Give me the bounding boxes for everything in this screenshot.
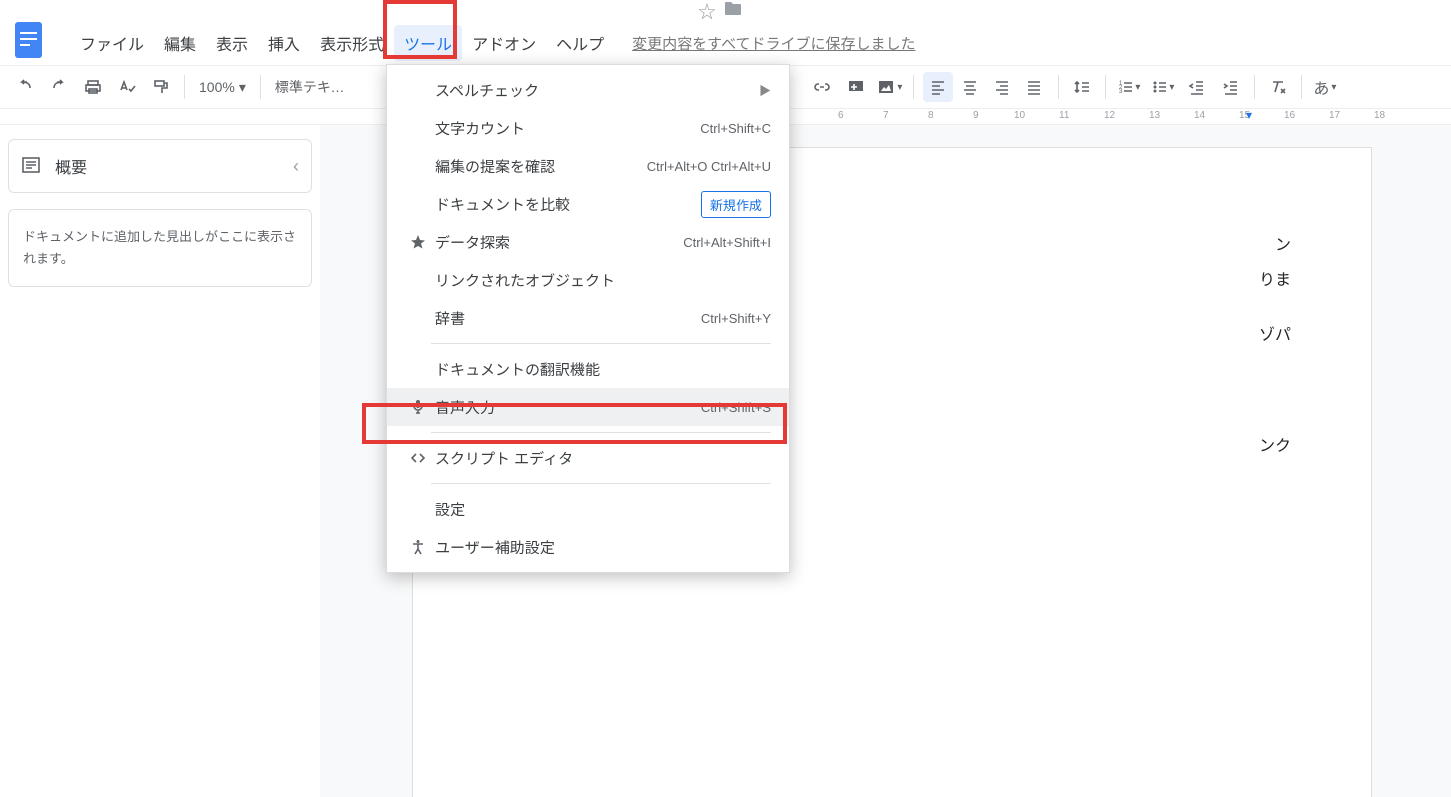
menu-word-count[interactable]: 文字カウントCtrl+Shift+C [387,109,789,147]
docs-logo[interactable] [8,20,48,60]
outline-sidebar: 概要 ‹ ドキュメントに追加した見出しがここに表示されます。 [0,125,320,797]
menu-file[interactable]: ファイル [70,25,154,61]
clear-formatting-button[interactable] [1263,72,1293,102]
align-left-button[interactable] [923,72,953,102]
collapse-sidebar-button[interactable]: ‹ [293,156,299,177]
submenu-arrow-icon: ▶ [759,82,771,99]
menu-tools[interactable]: ツール [394,25,462,61]
chevron-down-icon: ▾ [1331,82,1336,93]
undo-button[interactable] [10,72,40,102]
outline-label: 概要 [55,154,87,178]
chevron-down-icon: ▾ [239,79,246,96]
paint-format-button[interactable] [146,72,176,102]
menu-addons[interactable]: アドオン [462,25,546,61]
microphone-icon [405,399,431,415]
menu-translate-document[interactable]: ドキュメントの翻訳機能 [387,350,789,388]
chevron-down-icon: ▾ [1169,82,1174,93]
zoom-select[interactable]: 100%▾ [193,79,252,96]
redo-button[interactable] [44,72,74,102]
align-right-button[interactable] [987,72,1017,102]
menu-help[interactable]: ヘルプ [546,25,614,61]
menu-script-editor[interactable]: スクリプト エディタ [387,439,789,477]
menu-edit[interactable]: 編集 [154,25,206,61]
numbered-list-button[interactable]: 123▾ [1114,72,1144,102]
save-status[interactable]: 変更内容をすべてドライブに保存しました [632,33,915,54]
star-icon[interactable]: ☆ [698,0,716,24]
tools-menu-dropdown: スペルチェック▶ 文字カウントCtrl+Shift+C 編集の提案を確認Ctrl… [386,64,790,573]
menu-dictionary[interactable]: 辞書Ctrl+Shift+Y [387,299,789,337]
code-icon [405,450,431,466]
indent-increase-button[interactable] [1216,72,1246,102]
print-button[interactable] [78,72,108,102]
explore-icon [405,234,431,250]
new-compare-button[interactable]: 新規作成 [701,191,771,218]
menubar: ファイル 編集 表示 挿入 表示形式 ツール アドオン ヘルプ 変更内容をすべて… [0,21,1451,65]
chevron-down-icon: ▾ [897,82,902,93]
menu-insert[interactable]: 挿入 [258,25,310,61]
margin-marker-icon[interactable]: ▾ [1246,108,1252,122]
move-folder-icon[interactable] [724,0,742,21]
outline-heading[interactable]: 概要 ‹ [8,139,312,193]
menu-voice-typing[interactable]: 音声入力Ctrl+Shift+S [387,388,789,426]
bulleted-list-button[interactable]: ▾ [1148,72,1178,102]
insert-image-button[interactable]: ▾ [875,72,905,102]
line-spacing-button[interactable] [1067,72,1097,102]
menu-compare-documents[interactable]: ドキュメントを比較新規作成 [387,185,789,223]
chevron-down-icon: ▾ [1135,82,1140,93]
align-justify-button[interactable] [1019,72,1049,102]
accessibility-icon [405,539,431,555]
svg-text:3: 3 [1119,89,1123,95]
menu-preferences[interactable]: 設定 [387,490,789,528]
align-center-button[interactable] [955,72,985,102]
menu-linked-objects[interactable]: リンクされたオブジェクト [387,261,789,299]
insert-link-button[interactable] [807,72,837,102]
menu-spellcheck[interactable]: スペルチェック▶ [387,71,789,109]
menu-view[interactable]: 表示 [206,25,258,61]
indent-decrease-button[interactable] [1182,72,1212,102]
insert-comment-button[interactable] [841,72,871,102]
menu-format[interactable]: 表示形式 [310,25,394,61]
input-tools-button[interactable]: あ▾ [1310,72,1340,102]
spellcheck-button[interactable] [112,72,142,102]
paragraph-style-select[interactable]: 標準テキス… [269,77,359,97]
outline-placeholder: ドキュメントに追加した見出しがここに表示されます。 [8,209,312,287]
menu-explore[interactable]: データ探索Ctrl+Alt+Shift+I [387,223,789,261]
menu-review-suggestions[interactable]: 編集の提案を確認Ctrl+Alt+O Ctrl+Alt+U [387,147,789,185]
menu-accessibility-settings[interactable]: ユーザー補助設定 [387,528,789,566]
outline-icon [21,155,41,178]
